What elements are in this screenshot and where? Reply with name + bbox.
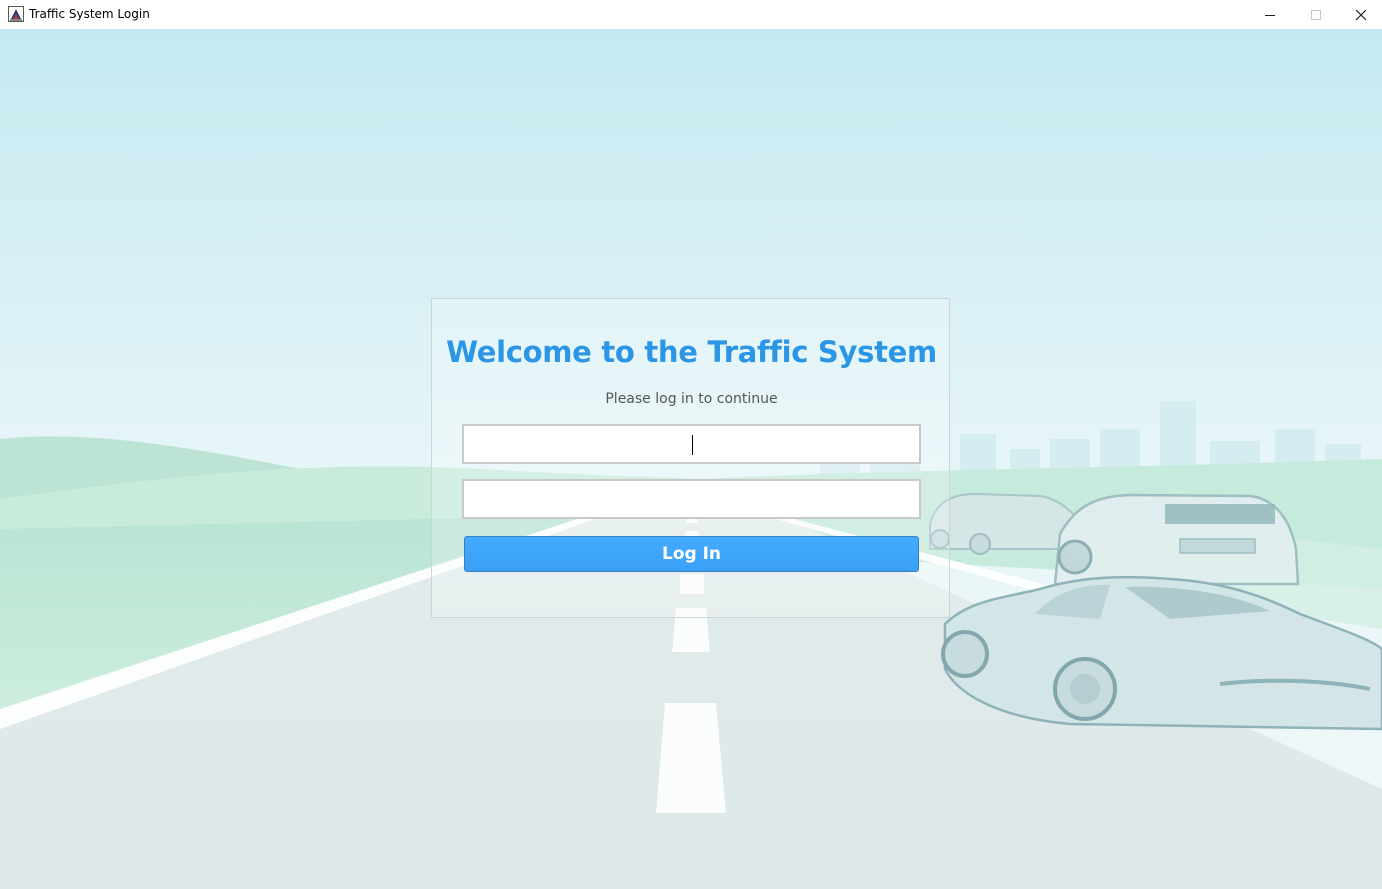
close-icon xyxy=(1355,9,1367,21)
login-button[interactable]: Log In xyxy=(464,536,919,572)
minimize-button[interactable] xyxy=(1247,0,1293,29)
window-title: Traffic System Login xyxy=(29,7,150,21)
title-bar[interactable]: Traffic System Login xyxy=(0,0,1382,29)
maximize-button[interactable] xyxy=(1293,0,1339,29)
maximize-icon xyxy=(1310,9,1322,21)
login-subtitle: Please log in to continue xyxy=(605,391,778,407)
username-field[interactable] xyxy=(462,424,921,464)
text-caret xyxy=(692,435,693,455)
login-panel: Welcome to the Traffic System Please log… xyxy=(431,298,950,618)
login-window: Traffic System Login Welcome to the Traf… xyxy=(0,0,1382,889)
minimize-icon xyxy=(1264,9,1276,21)
java-app-icon xyxy=(8,6,24,22)
client-area: Welcome to the Traffic System Please log… xyxy=(0,29,1382,889)
welcome-title: Welcome to the Traffic System xyxy=(446,335,937,369)
close-button[interactable] xyxy=(1338,0,1382,29)
password-field[interactable] xyxy=(462,479,921,519)
